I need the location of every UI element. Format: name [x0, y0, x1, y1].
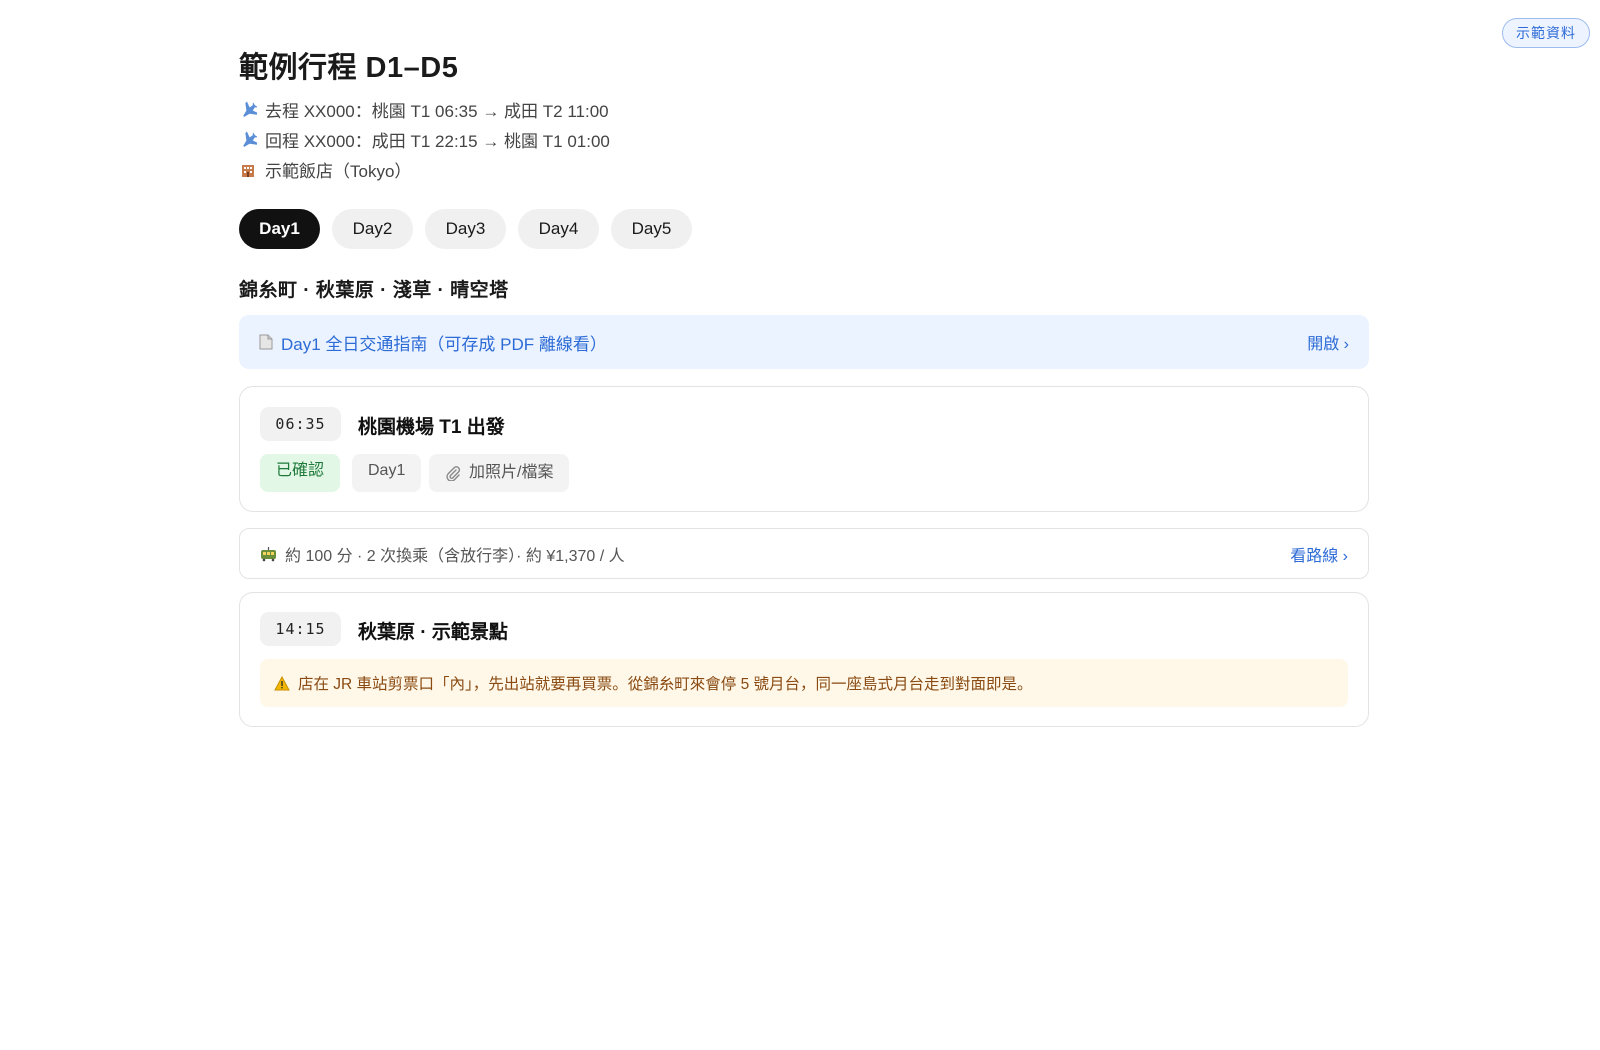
add-attachment-button[interactable]: 加照片/檔案 [429, 454, 570, 492]
warning-text: 店在 JR 車站剪票口「內」，先出站就要再買票。從錦糸町來會停 5 號月台，同一… [298, 676, 1033, 693]
tab-day1[interactable]: Day1 [239, 209, 320, 249]
transit-guide-label: Day1 全日交通指南（可存成 PDF 離線看） [281, 334, 607, 354]
warning-icon [274, 675, 290, 691]
hotel-text: 示範飯店（Tokyo） [265, 162, 412, 181]
warning-note: 店在 JR 車站剪票口「內」，先出站就要再買票。從錦糸町來會停 5 號月台，同一… [260, 659, 1348, 707]
demo-data-badge: 示範資料 [1502, 18, 1590, 48]
open-guide-link[interactable]: 開啟 › [1307, 330, 1349, 354]
tab-day2[interactable]: Day2 [332, 209, 413, 249]
event-time: 06:35 [260, 407, 341, 441]
event-title: 桃園機場 T1 出發 [358, 417, 505, 438]
day-tag: Day1 [352, 454, 422, 492]
transit-summary: 約 100 分 · 2 次換乘（含放行李）· 約 ¥1,370 / 人 看路線 … [239, 528, 1369, 579]
transit-guide-banner[interactable]: Day1 全日交通指南（可存成 PDF 離線看） 開啟 › [239, 315, 1369, 369]
transit-summary-text: 約 100 分 · 2 次換乘（含放行李）· 約 ¥1,370 / 人 [285, 547, 625, 565]
hotel-icon [239, 161, 257, 179]
return-flight-text: 回程 XX000：成田 T1 22:15 → 桃園 T1 01:00 [265, 132, 610, 151]
day-heading: 錦糸町 · 秋葉原 · 淺草 · 晴空塔 [239, 280, 509, 301]
tram-icon [260, 546, 277, 562]
event-card: 14:15 秋葉原 · 示範景點 店在 JR 車站剪票口「內」，先出站就要再買票… [239, 592, 1369, 727]
tab-day3[interactable]: Day3 [425, 209, 506, 249]
view-route-link[interactable]: 看路線 › [1290, 542, 1348, 566]
paperclip-icon [445, 465, 461, 481]
status-badge: 已確認 [260, 454, 341, 492]
tab-day5[interactable]: Day5 [611, 209, 692, 249]
outbound-flight-line: 去程 XX000：桃園 T1 06:35 → 成田 T2 11:00 [239, 97, 609, 122]
day-tabs: Day1 Day2 Day3 Day4 Day5 [239, 209, 692, 249]
outbound-flight-text: 去程 XX000：桃園 T1 06:35 → 成田 T2 11:00 [265, 102, 609, 121]
document-icon [259, 334, 273, 350]
hotel-line: 示範飯店（Tokyo） [239, 157, 411, 182]
add-attachment-label: 加照片/檔案 [469, 464, 554, 481]
airplane-icon [239, 131, 257, 149]
airplane-icon [239, 101, 257, 119]
event-card: 06:35 桃園機場 T1 出發 已確認 Day1 加照片/檔案 [239, 386, 1369, 512]
page-title: 範例行程 D1–D5 [239, 52, 459, 84]
event-time: 14:15 [260, 612, 341, 646]
return-flight-line: 回程 XX000：成田 T1 22:15 → 桃園 T1 01:00 [239, 127, 610, 152]
tab-day4[interactable]: Day4 [518, 209, 599, 249]
event-title: 秋葉原 · 示範景點 [358, 622, 508, 643]
